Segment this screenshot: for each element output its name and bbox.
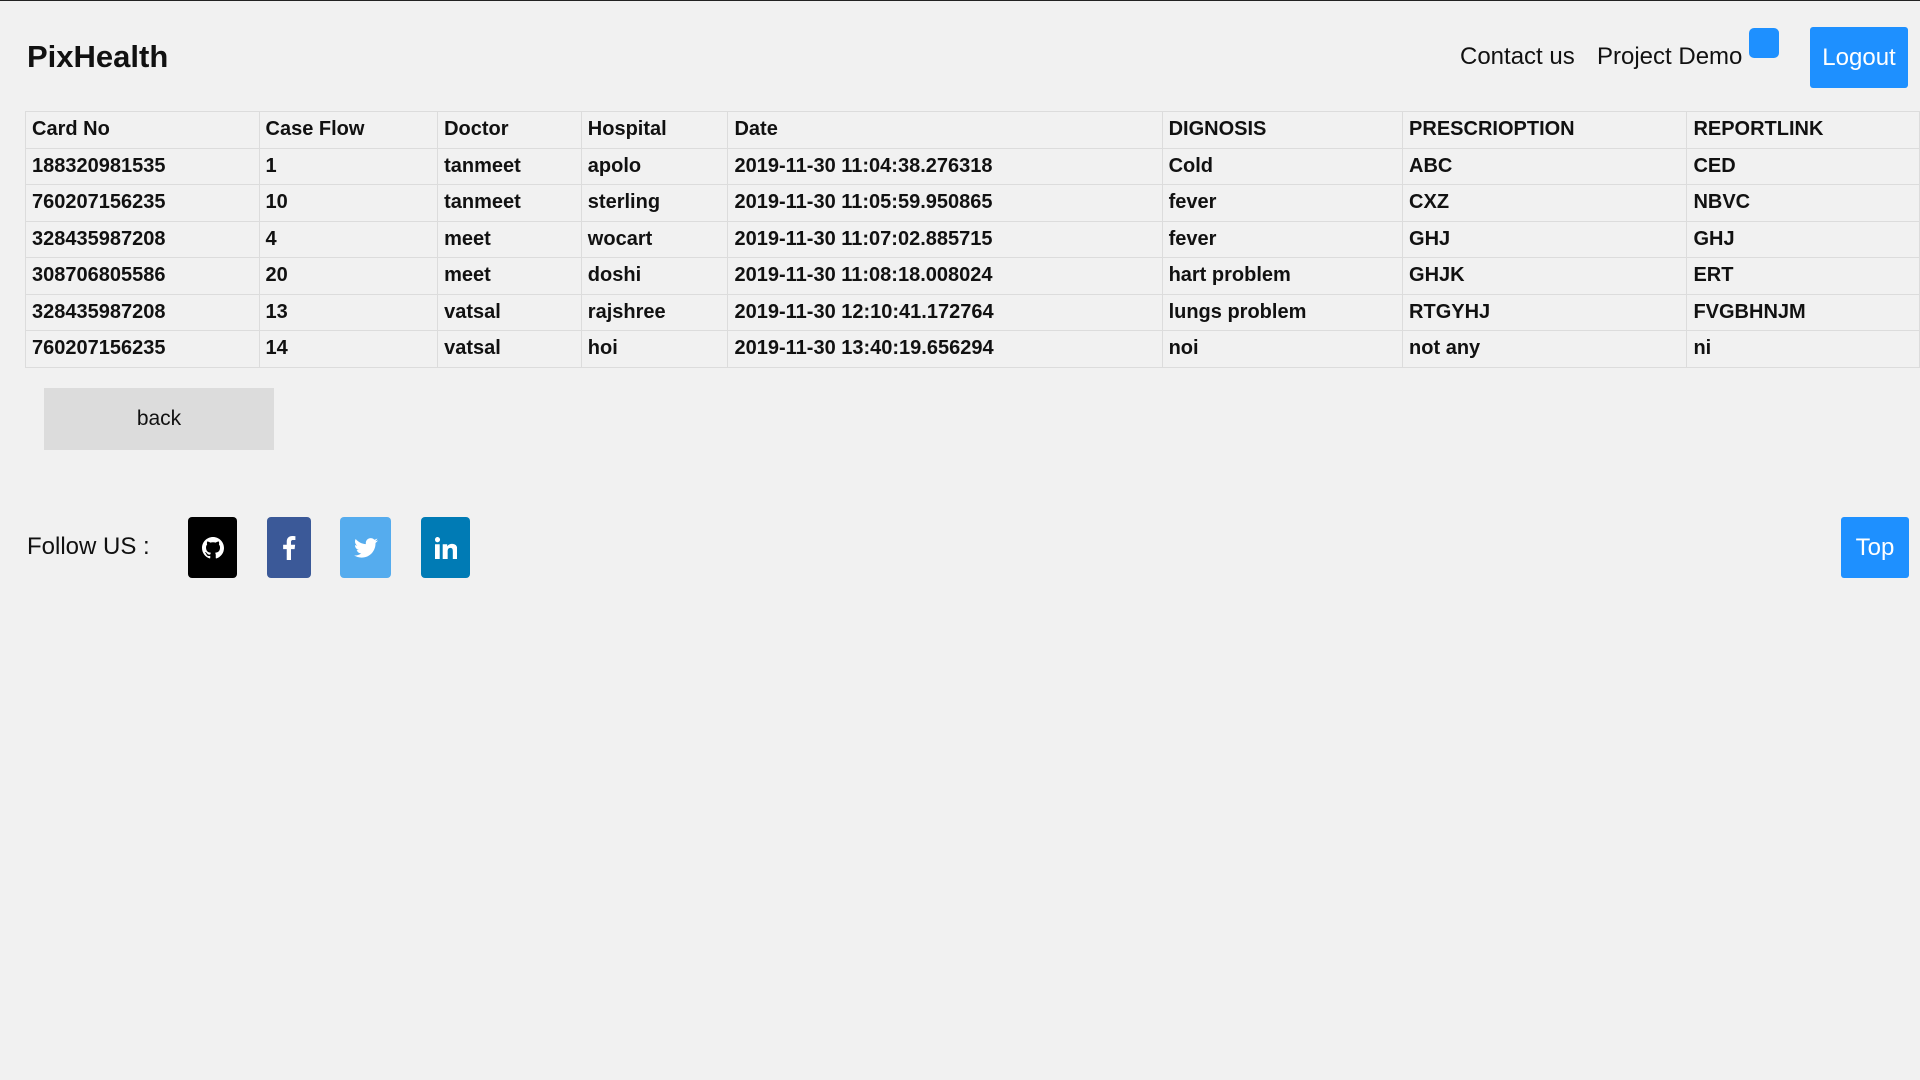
github-button[interactable] xyxy=(188,517,237,578)
column-header: Date xyxy=(727,111,1163,149)
table-cell: fever xyxy=(1161,220,1404,258)
table-cell: 13 xyxy=(258,293,439,331)
twitter-button[interactable] xyxy=(340,517,391,578)
linkedin-icon xyxy=(434,536,457,559)
nav-contact-link[interactable]: Contact us xyxy=(1460,43,1575,71)
table-cell: noi xyxy=(1161,330,1404,368)
table-cell: lungs problem xyxy=(1161,293,1404,331)
table-cell: 10 xyxy=(258,184,439,222)
table-cell: 2019-11-30 13:40:19.656294 xyxy=(727,330,1163,368)
table-cell: 2019-11-30 11:04:38.276318 xyxy=(727,147,1163,185)
table-row: 308706805586 20 meet doshi 2019-11-30 11… xyxy=(25,257,1920,295)
table-cell: GHJK xyxy=(1402,257,1688,295)
table-cell: 1 xyxy=(258,147,439,185)
table-cell: doshi xyxy=(580,257,729,295)
table-cell: GHJ xyxy=(1686,220,1920,258)
demo-indicator-icon[interactable] xyxy=(1749,28,1779,58)
facebook-icon xyxy=(282,535,296,560)
table-cell: 2019-11-30 11:07:02.885715 xyxy=(727,220,1163,258)
table-cell: fever xyxy=(1161,184,1404,222)
table-cell: FVGBHNJM xyxy=(1686,293,1920,331)
column-header: Doctor xyxy=(437,111,582,149)
column-header: PRESCRIOPTION xyxy=(1402,111,1688,149)
column-header: Case Flow xyxy=(258,111,439,149)
brand-logo[interactable]: PixHealth xyxy=(27,39,168,75)
table-cell: CED xyxy=(1686,147,1920,185)
table-row: 328435987208 4 meet wocart 2019-11-30 11… xyxy=(25,220,1920,258)
facebook-button[interactable] xyxy=(267,517,311,578)
linkedin-button[interactable] xyxy=(421,517,470,578)
twitter-icon xyxy=(353,537,378,558)
column-header: DIGNOSIS xyxy=(1161,111,1404,149)
table-cell: vatsal xyxy=(437,330,582,368)
table-cell: tanmeet xyxy=(437,147,582,185)
table-cell: rajshree xyxy=(580,293,729,331)
table-cell: ABC xyxy=(1402,147,1688,185)
table-cell: NBVC xyxy=(1686,184,1920,222)
column-header: Card No xyxy=(25,111,260,149)
column-header: Hospital xyxy=(580,111,729,149)
table-cell: tanmeet xyxy=(437,184,582,222)
table-cell: 308706805586 xyxy=(25,257,260,295)
nav-project-demo-link[interactable]: Project Demo xyxy=(1597,43,1742,71)
table-cell: ERT xyxy=(1686,257,1920,295)
table-cell: meet xyxy=(437,257,582,295)
table-cell: GHJ xyxy=(1402,220,1688,258)
table-row: 760207156235 10 tanmeet sterling 2019-11… xyxy=(25,184,1920,222)
table-cell: 188320981535 xyxy=(25,147,260,185)
back-button[interactable]: back xyxy=(44,388,274,450)
table-row: 328435987208 13 vatsal rajshree 2019-11-… xyxy=(25,293,1920,331)
table-cell: RTGYHJ xyxy=(1402,293,1688,331)
table-cell: ni xyxy=(1686,330,1920,368)
table-cell: Cold xyxy=(1161,147,1404,185)
table-cell: 14 xyxy=(258,330,439,368)
table-cell: sterling xyxy=(580,184,729,222)
table-cell: 2019-11-30 11:05:59.950865 xyxy=(727,184,1163,222)
table-cell: 20 xyxy=(258,257,439,295)
table-cell: 328435987208 xyxy=(25,293,260,331)
table-cell: wocart xyxy=(580,220,729,258)
table-cell: CXZ xyxy=(1402,184,1688,222)
table-cell: hart problem xyxy=(1161,257,1404,295)
table-cell: 2019-11-30 11:08:18.008024 xyxy=(727,257,1163,295)
table-cell: 328435987208 xyxy=(25,220,260,258)
github-icon xyxy=(201,536,224,559)
table-cell: meet xyxy=(437,220,582,258)
table-cell: 4 xyxy=(258,220,439,258)
table-row: 760207156235 14 vatsal hoi 2019-11-30 13… xyxy=(25,330,1920,368)
header: PixHealth Contact us Project Demo Logout xyxy=(0,1,1920,109)
table-cell: apolo xyxy=(580,147,729,185)
follow-us-label: Follow US : xyxy=(27,533,150,560)
table-cell: 2019-11-30 12:10:41.172764 xyxy=(727,293,1163,331)
records-table: Card No Case Flow Doctor Hospital Date D… xyxy=(25,111,1920,368)
table-cell: 760207156235 xyxy=(25,184,260,222)
table-cell: 760207156235 xyxy=(25,330,260,368)
table-cell: not any xyxy=(1402,330,1688,368)
table-header-row: Card No Case Flow Doctor Hospital Date D… xyxy=(25,111,1920,149)
table-cell: hoi xyxy=(580,330,729,368)
scroll-top-button[interactable]: Top xyxy=(1841,517,1909,578)
table-cell: vatsal xyxy=(437,293,582,331)
logout-button[interactable]: Logout xyxy=(1810,27,1908,88)
table-row: 188320981535 1 tanmeet apolo 2019-11-30 … xyxy=(25,147,1920,185)
column-header: REPORTLINK xyxy=(1686,111,1920,149)
